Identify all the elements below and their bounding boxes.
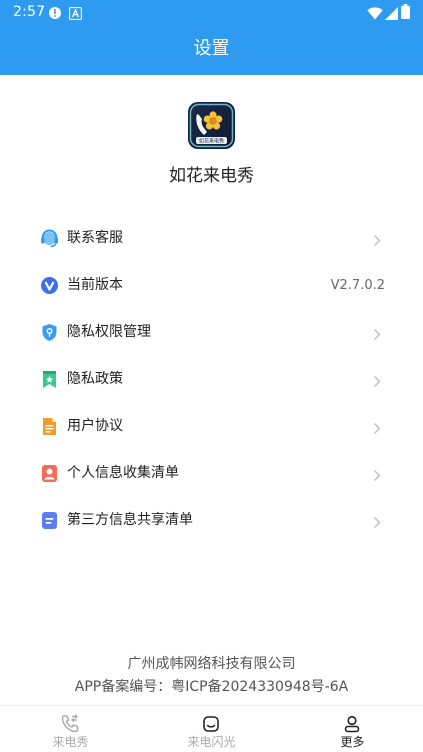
app-logo: 如花来电秀 xyxy=(188,102,235,149)
wifi-icon xyxy=(367,5,383,24)
menu-label: 当前版本 xyxy=(67,277,123,293)
status-bar: 2:57 xyxy=(0,0,423,24)
bookmark-icon xyxy=(40,370,59,389)
menu-item-contact-service[interactable]: 联系客服 xyxy=(0,215,423,262)
chevron-right-icon xyxy=(373,514,381,528)
menu-item-privacy-permissions[interactable]: 隐私权限管理 xyxy=(0,309,423,356)
tab-caller-show[interactable]: 来电秀 xyxy=(0,706,141,752)
list-card-icon xyxy=(40,511,59,530)
version-icon xyxy=(40,276,59,295)
app-logo-text: 如花来电秀 xyxy=(199,138,224,145)
bottom-tab-bar: 来电秀 来电闪光 更多 xyxy=(0,705,423,752)
menu-label: 第三方信息共享清单 xyxy=(67,512,193,528)
tab-label: 更多 xyxy=(340,735,365,749)
profile-card-icon xyxy=(40,464,59,483)
alert-icon xyxy=(48,5,62,24)
menu-label: 用户协议 xyxy=(67,418,123,434)
tab-label: 来电闪光 xyxy=(187,735,236,749)
chevron-right-icon xyxy=(373,373,381,387)
chevron-right-icon xyxy=(373,467,381,481)
menu-item-personal-info-list[interactable]: 个人信息收集清单 xyxy=(0,450,423,497)
menu-label: 隐私权限管理 xyxy=(67,324,151,340)
tab-call-flash[interactable]: 来电闪光 xyxy=(141,706,282,752)
document-icon xyxy=(40,417,59,436)
tab-label: 来电秀 xyxy=(52,735,89,749)
menu-label: 个人信息收集清单 xyxy=(67,465,179,481)
menu-label: 联系客服 xyxy=(67,230,123,246)
menu-item-privacy-policy[interactable]: 隐私政策 xyxy=(0,356,423,403)
chevron-right-icon xyxy=(373,232,381,246)
top-app-bar: 2:57 设置 xyxy=(0,0,423,75)
headset-icon xyxy=(40,229,59,248)
app-name: 如花来电秀 xyxy=(169,166,254,186)
chevron-right-icon xyxy=(373,420,381,434)
icp-record-link[interactable]: APP备案编号：粤ICP备2024330948号-6A xyxy=(0,678,423,696)
text-app-icon xyxy=(68,5,83,24)
status-time: 2:57 xyxy=(13,4,46,20)
menu-item-third-party-sharing-list[interactable]: 第三方信息共享清单 xyxy=(0,497,423,544)
version-value: V2.7.0.2 xyxy=(330,278,385,293)
tab-more[interactable]: 更多 xyxy=(282,706,423,752)
menu-item-user-agreement[interactable]: 用户协议 xyxy=(0,403,423,450)
shield-icon xyxy=(40,323,59,342)
battery-icon xyxy=(401,4,410,23)
page-title: 设置 xyxy=(193,38,230,59)
company-name: 广州成帏网络科技有限公司 xyxy=(127,656,296,672)
flash-face-icon xyxy=(201,714,221,734)
chevron-right-icon xyxy=(373,326,381,340)
person-icon xyxy=(342,714,362,734)
menu-item-current-version[interactable]: 当前版本 V2.7.0.2 xyxy=(0,262,423,309)
menu-label: 隐私政策 xyxy=(67,371,123,387)
signal-icon xyxy=(385,5,398,24)
phone-call-icon xyxy=(60,714,80,734)
